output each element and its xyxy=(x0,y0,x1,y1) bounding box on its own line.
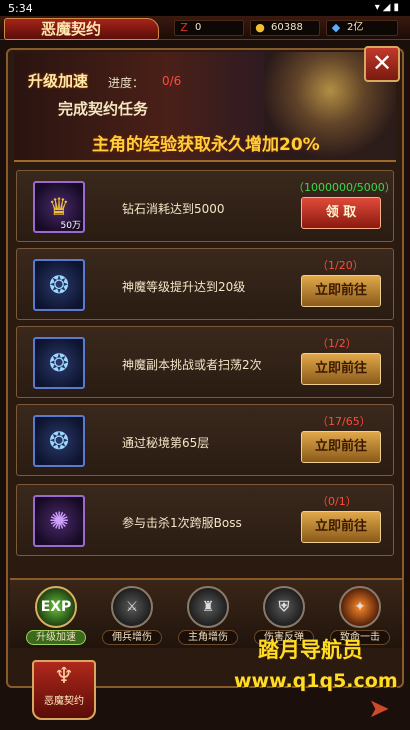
reward-qty: 50万 xyxy=(60,221,81,231)
watermark-url: www.q1q5.com xyxy=(234,670,398,692)
close-button[interactable]: ✕ xyxy=(364,46,400,82)
task-row: ♛ 50万 钻石消耗达到5000 （1000000/5000） 领 取 xyxy=(16,170,396,242)
banner-subtitle: 完成契约任务 xyxy=(58,100,149,118)
page-title: 恶魔契约 xyxy=(4,18,159,40)
go-now-button[interactable]: 立即前往 xyxy=(301,431,381,463)
task-count: （1000000/5000） xyxy=(293,181,396,194)
status-time: 5:34 xyxy=(8,2,33,15)
task-icon: ❂ xyxy=(33,337,85,389)
task-icon: ❂ xyxy=(33,259,85,311)
resource-gold: ● 60388 xyxy=(250,20,320,36)
gold-icon: ● xyxy=(255,21,265,34)
status-bar: 5:34 ▾◢▮ xyxy=(0,0,410,16)
task-row: ❂ 通过秘境第65层 （17/65） 立即前往 xyxy=(16,404,394,476)
progress-value: 0/6 xyxy=(162,74,182,88)
tab-label: 升级加速 xyxy=(26,630,86,645)
claim-button[interactable]: 领 取 xyxy=(301,197,381,229)
blue-swirl-icon: ❂ xyxy=(48,349,70,377)
task-desc: 神魔副本挑战或者扫荡2次 xyxy=(122,358,262,372)
task-row: ✺ 参与击杀1次跨服Boss （0/1） 立即前往 xyxy=(16,484,394,556)
hero-icon: ♜ xyxy=(187,586,229,628)
contract-banner: 升级加速 进度： 0/6 完成契约任务 主角的经验获取永久增加20% xyxy=(14,52,396,162)
return-arrow-icon[interactable]: ➤ xyxy=(368,694,408,728)
resource-ruby: Z 0 xyxy=(174,20,244,36)
purple-orb-icon: ✺ xyxy=(48,507,70,535)
tab-mercenary-damage[interactable]: ⚔ 佣兵增伤 xyxy=(102,586,162,645)
resource-ruby-value: 0 xyxy=(195,22,202,33)
blue-swirl-icon: ❂ xyxy=(48,427,70,455)
resource-diamond: ◆ 2亿 xyxy=(326,20,398,36)
banner-headline: 主角的经验获取永久增加20% xyxy=(92,135,320,155)
task-count: （0/1） xyxy=(317,495,357,508)
tab-label: 佣兵增伤 xyxy=(102,630,162,645)
task-desc: 钻石消耗达到5000 xyxy=(122,202,225,216)
close-icon: ✕ xyxy=(371,49,393,77)
tab-level-boost[interactable]: EXP 升级加速 xyxy=(26,586,86,645)
banner-tag: 升级加速 xyxy=(28,72,89,90)
go-now-button[interactable]: 立即前往 xyxy=(301,511,381,543)
task-icon: ✺ xyxy=(33,495,85,547)
tab-label: 主角增伤 xyxy=(178,630,238,645)
watermark-title: 踏月导航员 xyxy=(258,638,363,662)
blue-swirl-icon: ❂ xyxy=(48,271,70,299)
shield-icon: ⛨ xyxy=(263,586,305,628)
task-icon: ❂ xyxy=(33,415,85,467)
task-reward-icon: ♛ 50万 xyxy=(33,181,85,233)
flame-icon: ✦ xyxy=(339,586,381,628)
resource-gold-value: 60388 xyxy=(271,22,303,33)
task-count: （1/20） xyxy=(317,259,364,272)
diamond-icon: ◆ xyxy=(331,21,341,34)
task-desc: 神魔等级提升达到20级 xyxy=(122,280,246,294)
ruby-icon: Z xyxy=(180,21,188,34)
mercenary-icon: ⚔ xyxy=(111,586,153,628)
go-now-button[interactable]: 立即前往 xyxy=(301,275,381,307)
resource-diamond-value: 2亿 xyxy=(347,22,364,33)
tab-hero-damage[interactable]: ♜ 主角增伤 xyxy=(178,586,238,645)
status-system-icons: ▾◢▮ xyxy=(374,2,402,13)
task-count: （17/65） xyxy=(317,415,371,428)
task-row: ❂ 神魔等级提升达到20级 （1/20） 立即前往 xyxy=(16,248,394,320)
task-desc: 通过秘境第65层 xyxy=(122,436,210,450)
demon-contract-label: 恶魔契约 xyxy=(44,696,84,707)
go-now-button[interactable]: 立即前往 xyxy=(301,353,381,385)
exp-icon: EXP xyxy=(35,586,77,628)
demon-contract-button[interactable]: ♆ 恶魔契约 xyxy=(32,660,96,720)
task-desc: 参与击杀1次跨服Boss xyxy=(122,516,242,530)
task-row: ❂ 神魔副本挑战或者扫荡2次 （1/2） 立即前往 xyxy=(16,326,394,398)
task-count: （1/2） xyxy=(317,337,357,350)
demon-emblem-icon: ♆ xyxy=(54,664,74,689)
progress-label: 进度： xyxy=(108,76,145,90)
